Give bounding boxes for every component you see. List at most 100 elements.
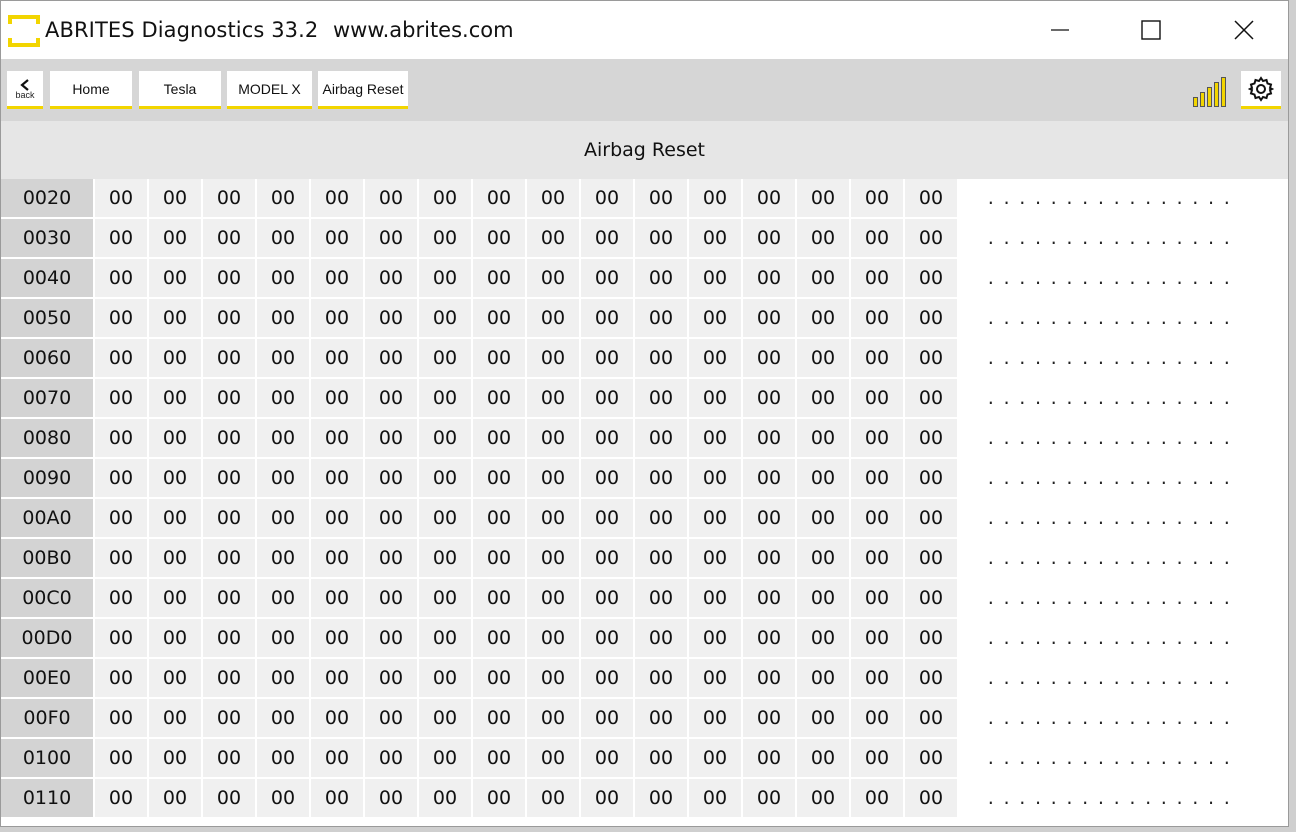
hex-byte-cell[interactable]: 00 — [365, 779, 417, 817]
hex-byte-cell[interactable]: 00 — [743, 579, 795, 617]
hex-byte-cell[interactable]: 00 — [203, 459, 255, 497]
hex-byte-cell[interactable]: 00 — [635, 699, 687, 737]
hex-byte-cell[interactable]: 00 — [311, 779, 363, 817]
hex-byte-cell[interactable]: 00 — [203, 379, 255, 417]
hex-byte-cell[interactable]: 00 — [527, 339, 579, 377]
hex-byte-cell[interactable]: 00 — [419, 779, 471, 817]
hex-byte-cell[interactable]: 00 — [527, 619, 579, 657]
hex-byte-cell[interactable]: 00 — [95, 499, 147, 537]
hex-byte-cell[interactable]: 00 — [473, 779, 525, 817]
hex-byte-cell[interactable]: 00 — [257, 539, 309, 577]
hex-byte-cell[interactable]: 00 — [149, 579, 201, 617]
hex-byte-cell[interactable]: 00 — [851, 259, 903, 297]
settings-button[interactable] — [1241, 71, 1281, 109]
hex-byte-cell[interactable]: 00 — [635, 739, 687, 777]
hex-byte-cell[interactable]: 00 — [743, 699, 795, 737]
hex-byte-cell[interactable]: 00 — [905, 219, 957, 257]
hex-byte-cell[interactable]: 00 — [311, 659, 363, 697]
hex-byte-cell[interactable]: 00 — [797, 579, 849, 617]
hex-byte-cell[interactable]: 00 — [797, 739, 849, 777]
hex-byte-cell[interactable]: 00 — [635, 259, 687, 297]
hex-byte-cell[interactable]: 00 — [419, 179, 471, 217]
hex-byte-cell[interactable]: 00 — [851, 179, 903, 217]
hex-byte-cell[interactable]: 00 — [851, 219, 903, 257]
hex-byte-cell[interactable]: 00 — [365, 379, 417, 417]
hex-byte-cell[interactable]: 00 — [203, 339, 255, 377]
hex-byte-cell[interactable]: 00 — [797, 779, 849, 817]
hex-byte-cell[interactable]: 00 — [419, 699, 471, 737]
hex-dump-grid[interactable]: 0020 00 00 00 00 00 00 00 00 00 00 00 00 00 00 00 00....… — [1, 179, 1288, 826]
hex-byte-cell[interactable]: 00 — [635, 299, 687, 337]
hex-byte-cell[interactable]: 00 — [797, 699, 849, 737]
hex-byte-cell[interactable]: 00 — [149, 339, 201, 377]
hex-byte-cell[interactable]: 00 — [95, 299, 147, 337]
hex-byte-cell[interactable]: 00 — [365, 699, 417, 737]
hex-byte-cell[interactable]: 00 — [689, 419, 741, 457]
hex-byte-cell[interactable]: 00 — [257, 419, 309, 457]
hex-byte-cell[interactable]: 00 — [527, 539, 579, 577]
hex-byte-cell[interactable]: 00 — [797, 659, 849, 697]
hex-byte-cell[interactable]: 00 — [689, 619, 741, 657]
hex-byte-cell[interactable]: 00 — [419, 619, 471, 657]
hex-byte-cell[interactable]: 00 — [365, 579, 417, 617]
hex-byte-cell[interactable]: 00 — [905, 659, 957, 697]
hex-byte-cell[interactable]: 00 — [797, 179, 849, 217]
hex-byte-cell[interactable]: 00 — [635, 419, 687, 457]
hex-byte-cell[interactable]: 00 — [257, 659, 309, 697]
hex-byte-cell[interactable]: 00 — [851, 739, 903, 777]
hex-byte-cell[interactable]: 00 — [365, 259, 417, 297]
hex-byte-cell[interactable]: 00 — [203, 539, 255, 577]
hex-byte-cell[interactable]: 00 — [149, 699, 201, 737]
hex-byte-cell[interactable]: 00 — [257, 179, 309, 217]
hex-byte-cell[interactable]: 00 — [581, 219, 633, 257]
hex-byte-cell[interactable]: 00 — [149, 419, 201, 457]
hex-byte-cell[interactable]: 00 — [581, 299, 633, 337]
hex-byte-cell[interactable]: 00 — [257, 499, 309, 537]
hex-byte-cell[interactable]: 00 — [95, 699, 147, 737]
hex-byte-cell[interactable]: 00 — [365, 499, 417, 537]
hex-byte-cell[interactable]: 00 — [635, 339, 687, 377]
hex-byte-cell[interactable]: 00 — [851, 779, 903, 817]
hex-byte-cell[interactable]: 00 — [905, 379, 957, 417]
hex-byte-cell[interactable]: 00 — [635, 619, 687, 657]
maximize-button[interactable] — [1128, 1, 1174, 59]
minimize-button[interactable] — [1037, 1, 1083, 59]
hex-byte-cell[interactable]: 00 — [311, 299, 363, 337]
hex-byte-cell[interactable]: 00 — [95, 459, 147, 497]
hex-byte-cell[interactable]: 00 — [905, 779, 957, 817]
hex-byte-cell[interactable]: 00 — [743, 299, 795, 337]
hex-byte-cell[interactable]: 00 — [365, 659, 417, 697]
breadcrumb-airbag-reset[interactable]: Airbag Reset — [318, 71, 408, 109]
hex-byte-cell[interactable]: 00 — [743, 539, 795, 577]
hex-byte-cell[interactable]: 00 — [149, 659, 201, 697]
hex-byte-cell[interactable]: 00 — [635, 579, 687, 617]
hex-byte-cell[interactable]: 00 — [95, 379, 147, 417]
hex-byte-cell[interactable]: 00 — [797, 419, 849, 457]
hex-byte-cell[interactable]: 00 — [473, 419, 525, 457]
hex-byte-cell[interactable]: 00 — [419, 419, 471, 457]
hex-byte-cell[interactable]: 00 — [743, 219, 795, 257]
hex-byte-cell[interactable]: 00 — [473, 379, 525, 417]
hex-byte-cell[interactable]: 00 — [743, 419, 795, 457]
hex-byte-cell[interactable]: 00 — [419, 259, 471, 297]
hex-byte-cell[interactable]: 00 — [905, 699, 957, 737]
hex-byte-cell[interactable]: 00 — [203, 219, 255, 257]
hex-byte-cell[interactable]: 00 — [851, 699, 903, 737]
breadcrumb-home[interactable]: Home — [50, 71, 132, 109]
hex-byte-cell[interactable]: 00 — [581, 179, 633, 217]
hex-byte-cell[interactable]: 00 — [365, 739, 417, 777]
hex-byte-cell[interactable]: 00 — [905, 499, 957, 537]
hex-byte-cell[interactable]: 00 — [905, 179, 957, 217]
hex-byte-cell[interactable]: 00 — [311, 379, 363, 417]
hex-byte-cell[interactable]: 00 — [203, 579, 255, 617]
hex-byte-cell[interactable]: 00 — [95, 739, 147, 777]
hex-byte-cell[interactable]: 00 — [581, 419, 633, 457]
hex-byte-cell[interactable]: 00 — [149, 179, 201, 217]
hex-byte-cell[interactable]: 00 — [527, 419, 579, 457]
hex-byte-cell[interactable]: 00 — [257, 299, 309, 337]
hex-byte-cell[interactable]: 00 — [203, 419, 255, 457]
hex-byte-cell[interactable]: 00 — [149, 219, 201, 257]
hex-byte-cell[interactable]: 00 — [311, 499, 363, 537]
hex-byte-cell[interactable]: 00 — [311, 419, 363, 457]
hex-byte-cell[interactable]: 00 — [905, 259, 957, 297]
